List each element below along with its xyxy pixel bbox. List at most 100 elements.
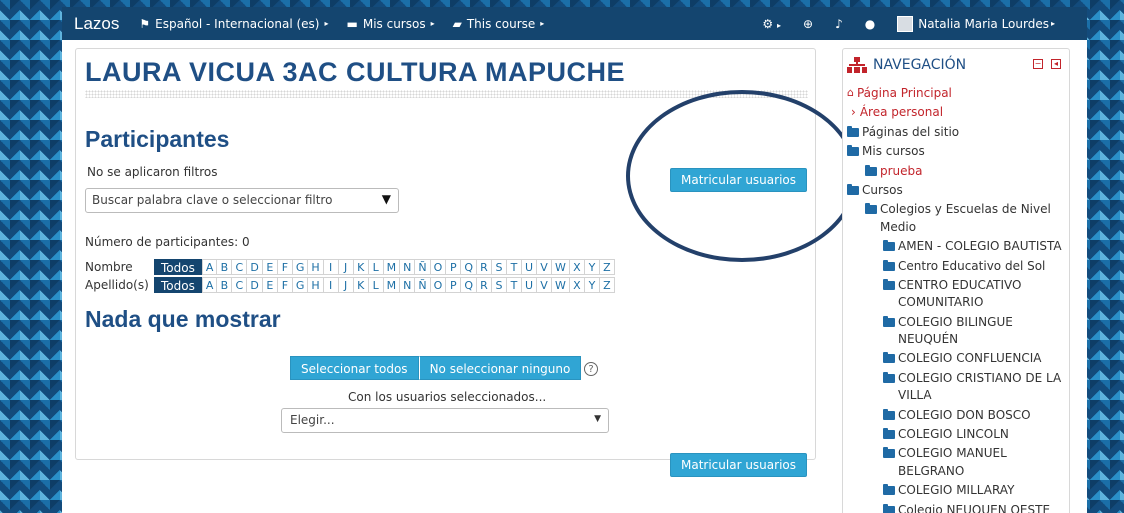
first-name-letter[interactable]: K — [353, 259, 369, 275]
last-name-letter[interactable]: K — [353, 277, 369, 293]
last-name-letter[interactable]: L — [368, 277, 384, 293]
first-name-letter[interactable]: W — [552, 259, 570, 275]
first-name-letter[interactable]: V — [537, 259, 553, 275]
nav-item[interactable]: prueba — [847, 163, 1069, 180]
last-name-label: Apellido(s) — [85, 278, 149, 292]
last-name-letter[interactable]: B — [217, 277, 233, 293]
first-name-letter[interactable]: L — [368, 259, 384, 275]
first-name-letter[interactable]: F — [277, 259, 293, 275]
nav-item[interactable]: COLEGIO MILLARAY — [847, 482, 1069, 499]
enrol-users-button-bottom[interactable]: Matricular usuarios — [670, 453, 807, 477]
first-name-letter[interactable]: U — [521, 259, 538, 275]
last-name-letter[interactable]: D — [247, 277, 263, 293]
first-name-letter[interactable]: C — [232, 259, 248, 275]
last-name-letter[interactable]: N — [400, 277, 416, 293]
filter-placeholder: Buscar palabra clave o seleccionar filtr… — [92, 193, 333, 207]
first-name-letter[interactable]: O — [430, 259, 447, 275]
nav-item[interactable]: Páginas del sitio — [847, 124, 1069, 141]
nav-item[interactable]: COLEGIO LINCOLN — [847, 426, 1069, 443]
nav-item[interactable]: CENTRO EDUCATIVO COMUNITARIO — [847, 277, 1069, 312]
last-name-letter[interactable]: Q — [461, 277, 477, 293]
chevron-right-icon: › — [851, 105, 856, 120]
filter-select[interactable]: Buscar palabra clave o seleccionar filtr… — [85, 188, 399, 213]
last-name-letter[interactable]: E — [262, 277, 278, 293]
first-name-letter[interactable]: H — [308, 259, 324, 275]
first-name-letter[interactable]: J — [338, 259, 354, 275]
this-course-menu[interactable]: ▰ This course ▸ — [453, 17, 545, 31]
last-name-letter[interactable]: H — [308, 277, 324, 293]
nav-item-label: COLEGIO BILINGUE NEUQUÉN — [898, 314, 1013, 347]
gear-icon[interactable]: ⚙ ▸ — [762, 17, 781, 31]
collapse-icon[interactable]: − — [1033, 59, 1043, 69]
deselect-all-button[interactable]: No seleccionar ninguno — [418, 356, 582, 380]
help-icon[interactable]: ? — [584, 362, 598, 376]
last-name-letter[interactable]: O — [430, 277, 447, 293]
nav-item[interactable]: ⌂ Página Principal — [847, 85, 1069, 102]
last-name-letter[interactable]: F — [277, 277, 293, 293]
nav-item[interactable]: COLEGIO DON BOSCO — [847, 407, 1069, 424]
select-all-button[interactable]: Seleccionar todos — [290, 356, 419, 380]
last-name-all[interactable]: Todos — [154, 277, 202, 293]
first-name-letter[interactable]: E — [262, 259, 278, 275]
nav-item[interactable]: COLEGIO MANUEL BELGRANO — [847, 445, 1069, 480]
plus-circle-icon[interactable]: ⊕ — [803, 17, 813, 31]
last-name-letter[interactable]: U — [521, 277, 538, 293]
last-name-letter[interactable]: R — [476, 277, 492, 293]
first-name-letter[interactable]: T — [506, 259, 522, 275]
first-name-letter[interactable]: B — [217, 259, 233, 275]
nav-item[interactable]: Mis cursos — [847, 143, 1069, 160]
first-name-letter[interactable]: D — [247, 259, 263, 275]
nav-item[interactable]: COLEGIO BILINGUE NEUQUÉN — [847, 314, 1069, 349]
chat-icon[interactable]: ● — [865, 17, 875, 31]
first-name-letter[interactable]: M — [383, 259, 401, 275]
last-name-letter[interactable]: J — [338, 277, 354, 293]
last-name-letter[interactable]: V — [537, 277, 553, 293]
last-name-letter[interactable]: T — [506, 277, 522, 293]
site-brand[interactable]: Lazos — [74, 14, 119, 34]
bell-icon[interactable]: ♪ — [835, 17, 843, 31]
language-menu[interactable]: ⚑ Español - Internacional (es) ▸ — [139, 17, 328, 31]
user-menu[interactable]: Natalia Maria Lourdes ▸ — [897, 15, 1055, 32]
last-name-letter[interactable]: Z — [599, 277, 615, 293]
first-name-letter[interactable]: Q — [461, 259, 477, 275]
nav-item[interactable]: COLEGIO CRISTIANO DE LA VILLA — [847, 370, 1069, 405]
nav-item[interactable]: Cursos — [847, 182, 1069, 199]
first-name-letter[interactable]: R — [476, 259, 492, 275]
first-name-all[interactable]: Todos — [154, 259, 202, 275]
folder-icon — [883, 259, 895, 271]
first-name-letter[interactable]: Z — [599, 259, 615, 275]
last-name-letter[interactable]: C — [232, 277, 248, 293]
first-name-letter[interactable]: N — [400, 259, 416, 275]
last-name-letter[interactable]: Y — [584, 277, 600, 293]
nav-item[interactable]: Colegio NEUQUEN OESTE — [847, 502, 1069, 513]
last-name-letter[interactable]: Ñ — [415, 277, 431, 293]
navigation-header: NAVEGACIÓN — [847, 57, 966, 73]
my-courses-menu[interactable]: ▬ Mis cursos ▸ — [347, 17, 435, 31]
first-name-letter[interactable]: X — [569, 259, 585, 275]
nav-item[interactable]: COLEGIO CONFLUENCIA — [847, 350, 1069, 367]
with-selected-label: Con los usuarios seleccionados... — [348, 390, 547, 404]
last-name-letter[interactable]: I — [323, 277, 339, 293]
first-name-label: Nombre — [85, 260, 133, 274]
nav-item[interactable]: › Área personal — [847, 104, 1069, 121]
nav-item[interactable]: Centro Educativo del Sol — [847, 258, 1069, 275]
first-name-letter[interactable]: Y — [584, 259, 600, 275]
first-name-letter[interactable]: I — [323, 259, 339, 275]
last-name-letter[interactable]: W — [552, 277, 570, 293]
first-name-letter[interactable]: G — [292, 259, 309, 275]
first-name-letter[interactable]: A — [201, 259, 218, 275]
bulk-action-select[interactable]: Elegir... ▼ — [281, 408, 609, 433]
last-name-letter[interactable]: G — [292, 277, 309, 293]
last-name-letter[interactable]: X — [569, 277, 585, 293]
first-name-letter[interactable]: Ñ — [415, 259, 431, 275]
first-name-letter[interactable]: P — [446, 259, 462, 275]
this-course-label: This course — [466, 16, 536, 31]
dock-icon[interactable]: ◂ — [1051, 59, 1061, 69]
nav-item[interactable]: AMEN - COLEGIO BAUTISTA — [847, 238, 1069, 255]
last-name-letter[interactable]: S — [491, 277, 507, 293]
first-name-letter[interactable]: S — [491, 259, 507, 275]
last-name-letter[interactable]: P — [446, 277, 462, 293]
last-name-letter[interactable]: M — [383, 277, 401, 293]
nav-item[interactable]: Colegios y Escuelas de Nivel Medio — [847, 201, 1069, 236]
last-name-letter[interactable]: A — [201, 277, 218, 293]
